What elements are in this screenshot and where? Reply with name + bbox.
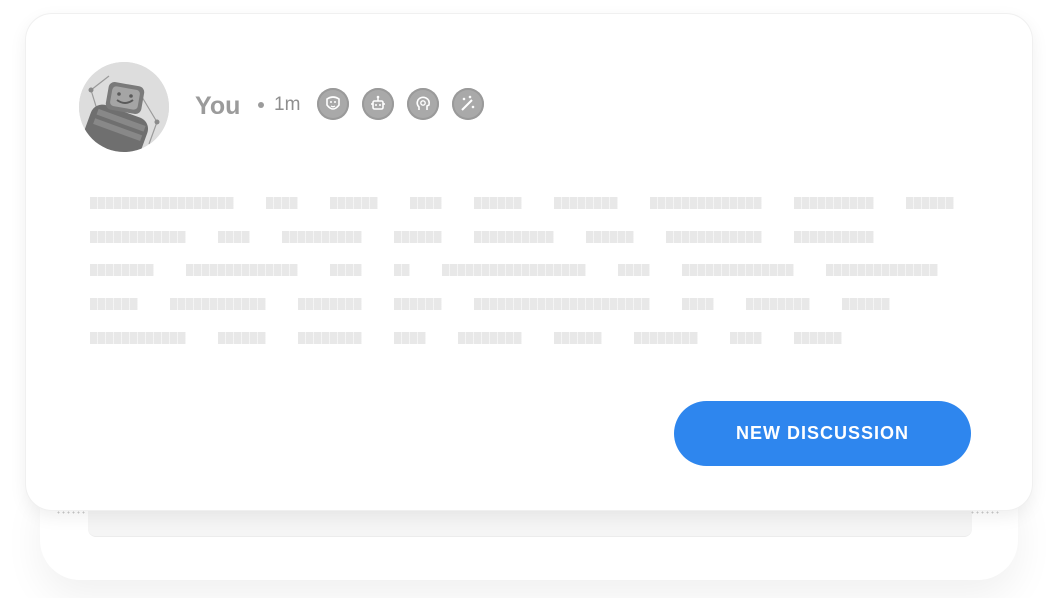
placeholder-line-4 (90, 298, 970, 310)
placeholder-word (794, 231, 874, 243)
placeholder-word (682, 264, 794, 276)
stacked-card-behind (88, 510, 972, 537)
placeholder-word (90, 332, 186, 344)
stack-dots-left (56, 510, 86, 516)
placeholder-word (474, 298, 650, 310)
placeholder-word (442, 264, 586, 276)
placeholder-word (682, 298, 714, 310)
placeholder-word (282, 231, 362, 243)
placeholder-word (186, 264, 298, 276)
robot-avatar-icon (79, 62, 169, 152)
post-time: 1m (274, 94, 301, 115)
placeholder-word (458, 332, 522, 344)
placeholder-word (298, 298, 362, 310)
placeholder-word (90, 264, 154, 276)
placeholder-word (794, 197, 874, 209)
placeholder-word (90, 231, 186, 243)
new-discussion-button[interactable]: NEW DISCUSSION (674, 401, 971, 466)
separator-dot (258, 102, 264, 108)
placeholder-word (666, 231, 762, 243)
author-name[interactable]: You (195, 92, 240, 121)
placeholder-word (218, 332, 266, 344)
placeholder-word (394, 332, 426, 344)
placeholder-word (586, 231, 634, 243)
placeholder-word (634, 332, 698, 344)
placeholder-word (90, 298, 138, 310)
placeholder-word (298, 332, 362, 344)
placeholder-word (618, 264, 650, 276)
placeholder-word (218, 231, 250, 243)
placeholder-word (394, 298, 442, 310)
placeholder-word (394, 264, 410, 276)
mask-badge-icon[interactable] (317, 88, 349, 120)
placeholder-word (554, 197, 618, 209)
discussion-card: You 1m NEW DISCUSSION (26, 14, 1032, 510)
placeholder-line-5 (90, 332, 970, 344)
placeholder-word (842, 298, 890, 310)
placeholder-word (394, 231, 442, 243)
placeholder-word (906, 197, 954, 209)
placeholder-word (474, 231, 554, 243)
placeholder-word (266, 197, 298, 209)
placeholder-word (330, 197, 378, 209)
placeholder-word (730, 332, 762, 344)
placeholder-word (650, 197, 762, 209)
placeholder-word (330, 264, 362, 276)
placeholder-word (826, 264, 938, 276)
placeholder-word (474, 197, 522, 209)
magic-wand-badge-icon[interactable] (452, 88, 484, 120)
avatar[interactable] (79, 62, 169, 152)
placeholder-word (554, 332, 602, 344)
stack-dots-right (970, 510, 1000, 516)
bulb-head-badge-icon[interactable] (407, 88, 439, 120)
placeholder-line-1 (90, 197, 970, 209)
placeholder-line-3 (90, 264, 970, 276)
placeholder-word (746, 298, 810, 310)
robot-badge-icon[interactable] (362, 88, 394, 120)
placeholder-word (410, 197, 442, 209)
placeholder-word (794, 332, 842, 344)
placeholder-line-2 (90, 231, 970, 243)
placeholder-word (170, 298, 266, 310)
placeholder-word (90, 197, 234, 209)
